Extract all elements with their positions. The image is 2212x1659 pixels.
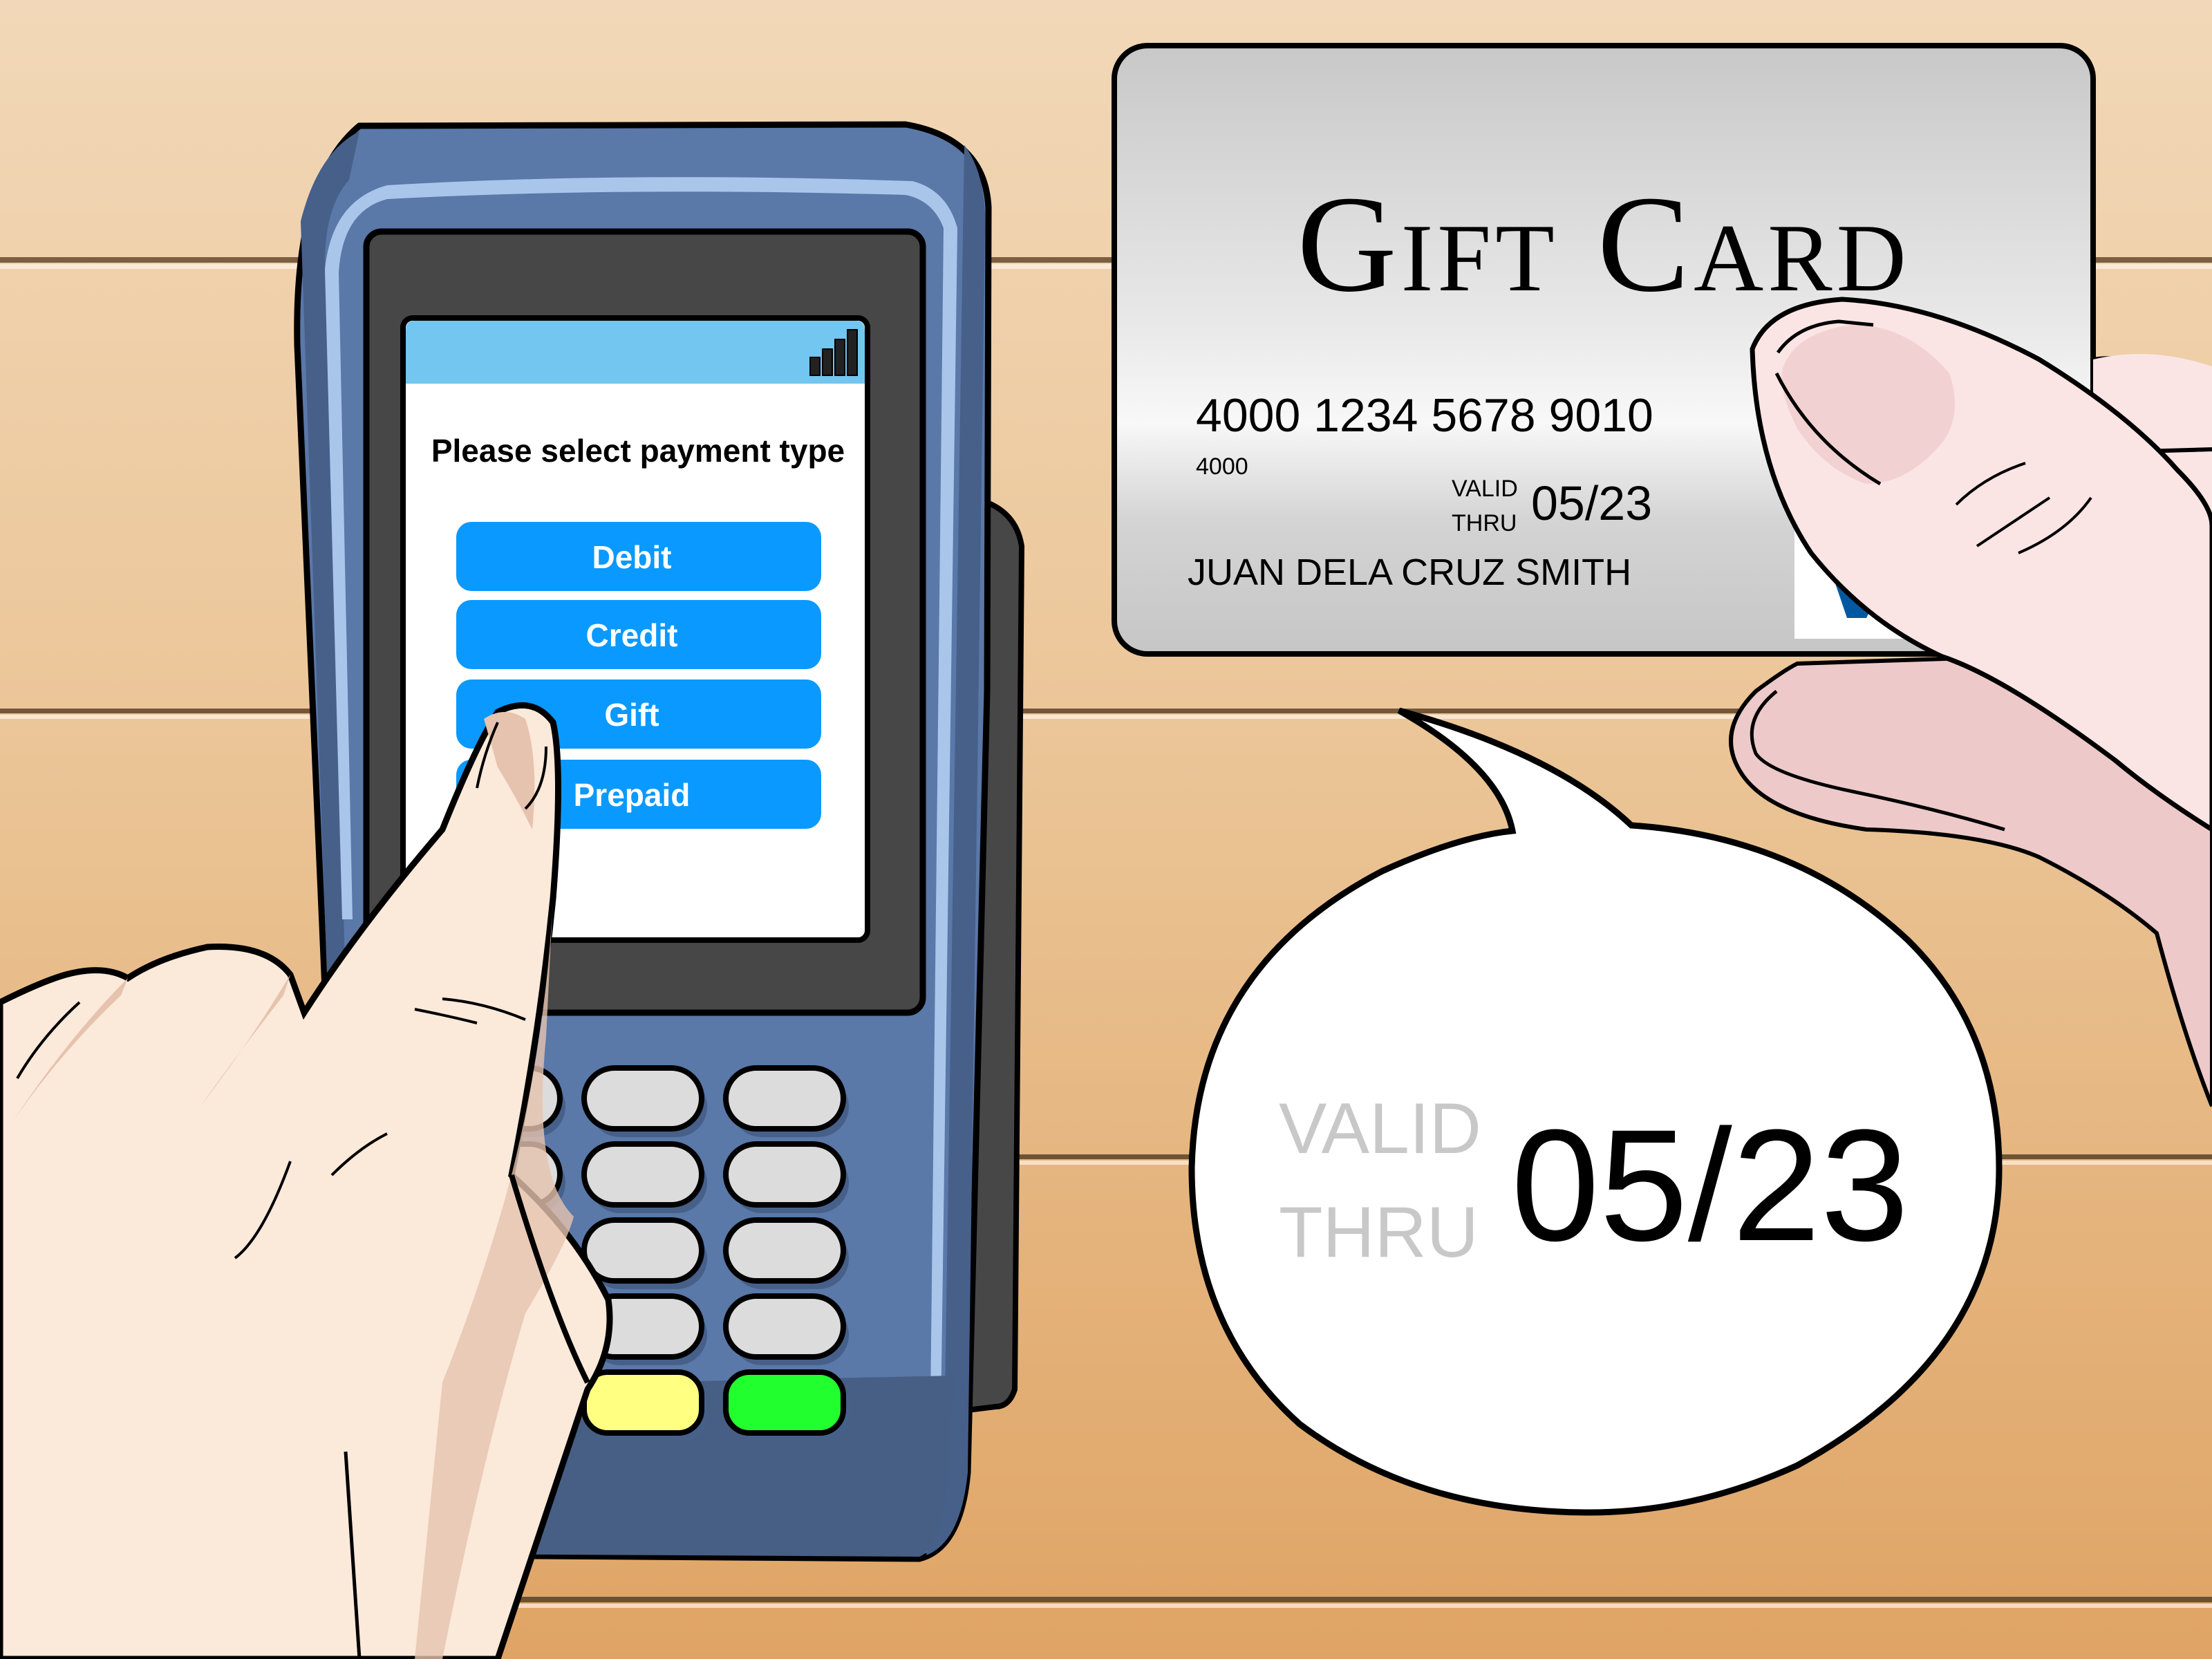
card-valid-label-1: VALID (1452, 476, 1518, 502)
card-bin: 4000 (1196, 453, 1248, 480)
keypad-key-r4-c3[interactable] (723, 1293, 846, 1360)
keypad-clear-yellow-key[interactable] (581, 1369, 704, 1436)
payment-option-gift-label: Gift (604, 697, 659, 733)
callout-expiry: 05/23 (1511, 1096, 1909, 1274)
payment-option-credit[interactable]: Credit (456, 600, 821, 669)
card-valid-label-2: THRU (1452, 510, 1517, 536)
payment-prompt: Please select payment type (431, 433, 845, 469)
payment-option-debit-label: Debit (592, 539, 672, 575)
payment-option-prepaid-label: Prepaid (574, 777, 691, 813)
keypad-key-r3-c3[interactable] (723, 1217, 846, 1284)
keypad-key-r1-c2[interactable] (581, 1065, 704, 1132)
card-number: 4000 1234 5678 9010 (1196, 389, 1653, 442)
callout-valid-label-2: THRU (1279, 1192, 1479, 1273)
card-holder-name: JUAN DELA CRUZ SMITH (1188, 552, 1631, 593)
gift-card-title: Gift Card (1297, 168, 1910, 321)
keypad-key-r1-c3[interactable] (723, 1065, 846, 1132)
keypad-enter-green-key[interactable] (723, 1369, 846, 1436)
payment-option-debit[interactable]: Debit (456, 522, 821, 591)
keypad-key-r2-c3[interactable] (723, 1141, 846, 1208)
screen-status-bar (406, 321, 865, 384)
illustration-scene: Please select payment type Debit Credit … (0, 0, 2212, 1659)
callout-valid-label-1: VALID (1279, 1089, 1481, 1169)
keypad-key-r3-c2[interactable] (581, 1217, 704, 1284)
keypad-key-r2-c2[interactable] (581, 1141, 704, 1208)
payment-option-credit-label: Credit (586, 617, 678, 653)
card-expiry: 05/23 (1531, 476, 1652, 530)
